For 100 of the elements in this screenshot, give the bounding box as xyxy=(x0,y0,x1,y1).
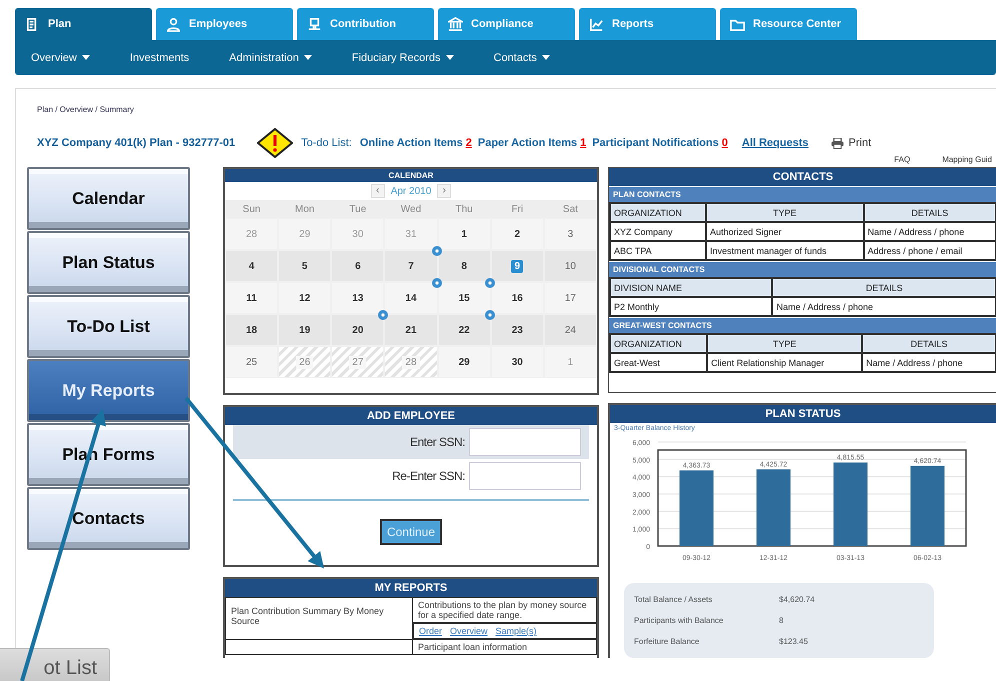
todo-link[interactable]: Participant Notifications xyxy=(592,137,719,149)
count-link[interactable]: 1 xyxy=(580,137,586,149)
caret-icon xyxy=(446,55,454,60)
section-header: DIVISIONAL CONTACTS xyxy=(609,262,996,277)
calendar-day[interactable]: 9 xyxy=(490,250,544,282)
list-button[interactable]: ot List xyxy=(0,648,110,681)
summary-value: 8 xyxy=(779,616,784,625)
day-number: 4 xyxy=(248,260,256,272)
calendar-day[interactable]: 2 xyxy=(490,218,544,250)
calendar-day[interactable]: 5 xyxy=(278,250,332,282)
next-month-button[interactable]: › xyxy=(437,184,452,198)
report-link[interactable]: Overview xyxy=(450,626,488,636)
event-marker-icon[interactable] xyxy=(378,310,388,320)
calendar-day[interactable]: 19 xyxy=(278,314,332,346)
day-number: 3 xyxy=(566,228,574,240)
all-requests-link[interactable]: All Requests xyxy=(742,137,809,149)
help-link[interactable]: Mapping Guid xyxy=(942,155,992,165)
calendar-day[interactable]: 21 xyxy=(384,314,438,346)
nav-menu-item[interactable]: Investments xyxy=(130,52,190,64)
plan-title: XYZ Company 401(k) Plan - 932777-01 xyxy=(37,137,236,149)
calendar-day[interactable]: 11 xyxy=(225,282,278,314)
day-number: 22 xyxy=(458,324,471,336)
nav-tab[interactable]: Plan xyxy=(15,8,152,40)
calendar-day[interactable]: 26 xyxy=(278,346,332,378)
nav-tab[interactable]: Employees xyxy=(156,8,293,40)
ssn-input-field[interactable] xyxy=(469,462,581,490)
day-number: 26 xyxy=(296,356,314,368)
event-marker-icon[interactable] xyxy=(432,246,442,256)
summary-label: Forfeiture Balance xyxy=(634,637,700,646)
calendar-day[interactable]: 3 xyxy=(544,218,597,250)
column-header: DETAILS xyxy=(864,203,996,222)
calendar-day[interactable]: 23 xyxy=(490,314,544,346)
weekday-header: Wed xyxy=(400,204,422,214)
event-marker-icon[interactable] xyxy=(484,310,495,320)
sidebar-button[interactable]: My Reports xyxy=(27,359,190,422)
table-cell: Address / phone / email xyxy=(864,241,996,260)
calendar-day[interactable]: 17 xyxy=(544,282,597,314)
day-number: 18 xyxy=(245,324,258,336)
panel-header: ADD EMPLOYEE xyxy=(225,407,597,425)
calendar-day[interactable]: 18 xyxy=(225,314,278,346)
calendar-day[interactable]: 8 xyxy=(438,250,491,282)
calendar-day[interactable]: 1 xyxy=(438,218,491,250)
nav-menu-item[interactable]: Administration xyxy=(229,52,312,64)
nav-menu-item[interactable]: Fiduciary Records xyxy=(352,52,454,64)
previous-month-button[interactable]: ‹ xyxy=(370,184,385,198)
event-marker-icon[interactable] xyxy=(432,278,442,288)
calendar-day[interactable]: 27 xyxy=(331,346,384,378)
calendar-day[interactable]: 30 xyxy=(490,346,544,378)
calendar-day[interactable]: 16 xyxy=(490,282,544,314)
calendar-day[interactable]: 13 xyxy=(331,282,384,314)
day-number: 15 xyxy=(458,292,471,304)
nav-tab[interactable]: Contribution xyxy=(297,8,434,40)
count-link[interactable]: 0 xyxy=(722,137,728,149)
report-description-cell: Participant loan information xyxy=(412,640,596,654)
calendar-day[interactable]: 29 xyxy=(438,346,491,378)
warning-icon xyxy=(257,128,294,158)
calendar-day[interactable]: 4 xyxy=(225,250,278,282)
panel-header: PLAN STATUS xyxy=(610,405,996,423)
report-link[interactable]: Order xyxy=(419,626,442,636)
calendar-day[interactable]: 28 xyxy=(384,346,438,378)
summary-label: Participants with Balance xyxy=(634,616,724,625)
nav-tab[interactable]: Reports xyxy=(579,8,716,40)
calendar-day[interactable]: 25 xyxy=(225,346,278,378)
print-link[interactable]: Print xyxy=(848,137,872,149)
event-marker-icon[interactable] xyxy=(484,278,495,288)
nav-menu-item[interactable]: Contacts xyxy=(494,52,550,64)
sidebar-button[interactable]: Calendar xyxy=(27,167,190,230)
day-number: 2 xyxy=(513,228,522,240)
caret-icon xyxy=(82,55,90,60)
report-link[interactable]: Sample(s) xyxy=(496,626,537,636)
table-cell: Investment manager of funds xyxy=(706,241,864,260)
todo-link[interactable]: Online Action Items xyxy=(360,137,463,149)
day-number: 17 xyxy=(564,292,577,304)
calendar-day[interactable]: 6 xyxy=(331,250,384,282)
day-number: 25 xyxy=(245,356,258,368)
day-number: 31 xyxy=(404,228,418,240)
column-header: DETAILS xyxy=(862,334,996,353)
day-number: 12 xyxy=(298,292,312,304)
printer-icon[interactable] xyxy=(830,138,844,148)
table-cell: Great-West xyxy=(610,353,708,372)
nav-tab[interactable]: Compliance xyxy=(438,8,575,40)
todo-link[interactable]: Paper Action Items xyxy=(478,137,578,149)
calendar-day[interactable]: 24 xyxy=(544,314,597,346)
section-header: PLAN CONTACTS xyxy=(609,187,996,202)
calendar-day[interactable]: 10 xyxy=(544,250,597,282)
help-link[interactable]: FAQ xyxy=(894,155,910,165)
calendar-day[interactable]: 12 xyxy=(278,282,332,314)
panel-header: MY REPORTS xyxy=(225,579,597,597)
sidebar-button[interactable]: Plan Status xyxy=(27,231,190,294)
field-label: Re-Enter SSN: xyxy=(392,469,465,483)
nav-menu-item[interactable]: Overview xyxy=(31,52,90,64)
panel-header: CONTACTS xyxy=(609,168,996,186)
day-number: 16 xyxy=(510,292,524,304)
sidebar-button[interactable]: To-Do List xyxy=(27,295,190,358)
nav-tab[interactable]: Resource Center xyxy=(720,8,857,40)
ssn-input-field[interactable] xyxy=(469,428,581,456)
count-link[interactable]: 2 xyxy=(466,137,472,149)
sidebar-button[interactable]: Contacts xyxy=(27,487,190,550)
report-name-cell: Plan Contribution Summary By Money Source xyxy=(226,598,412,640)
day-number: 27 xyxy=(349,356,366,368)
